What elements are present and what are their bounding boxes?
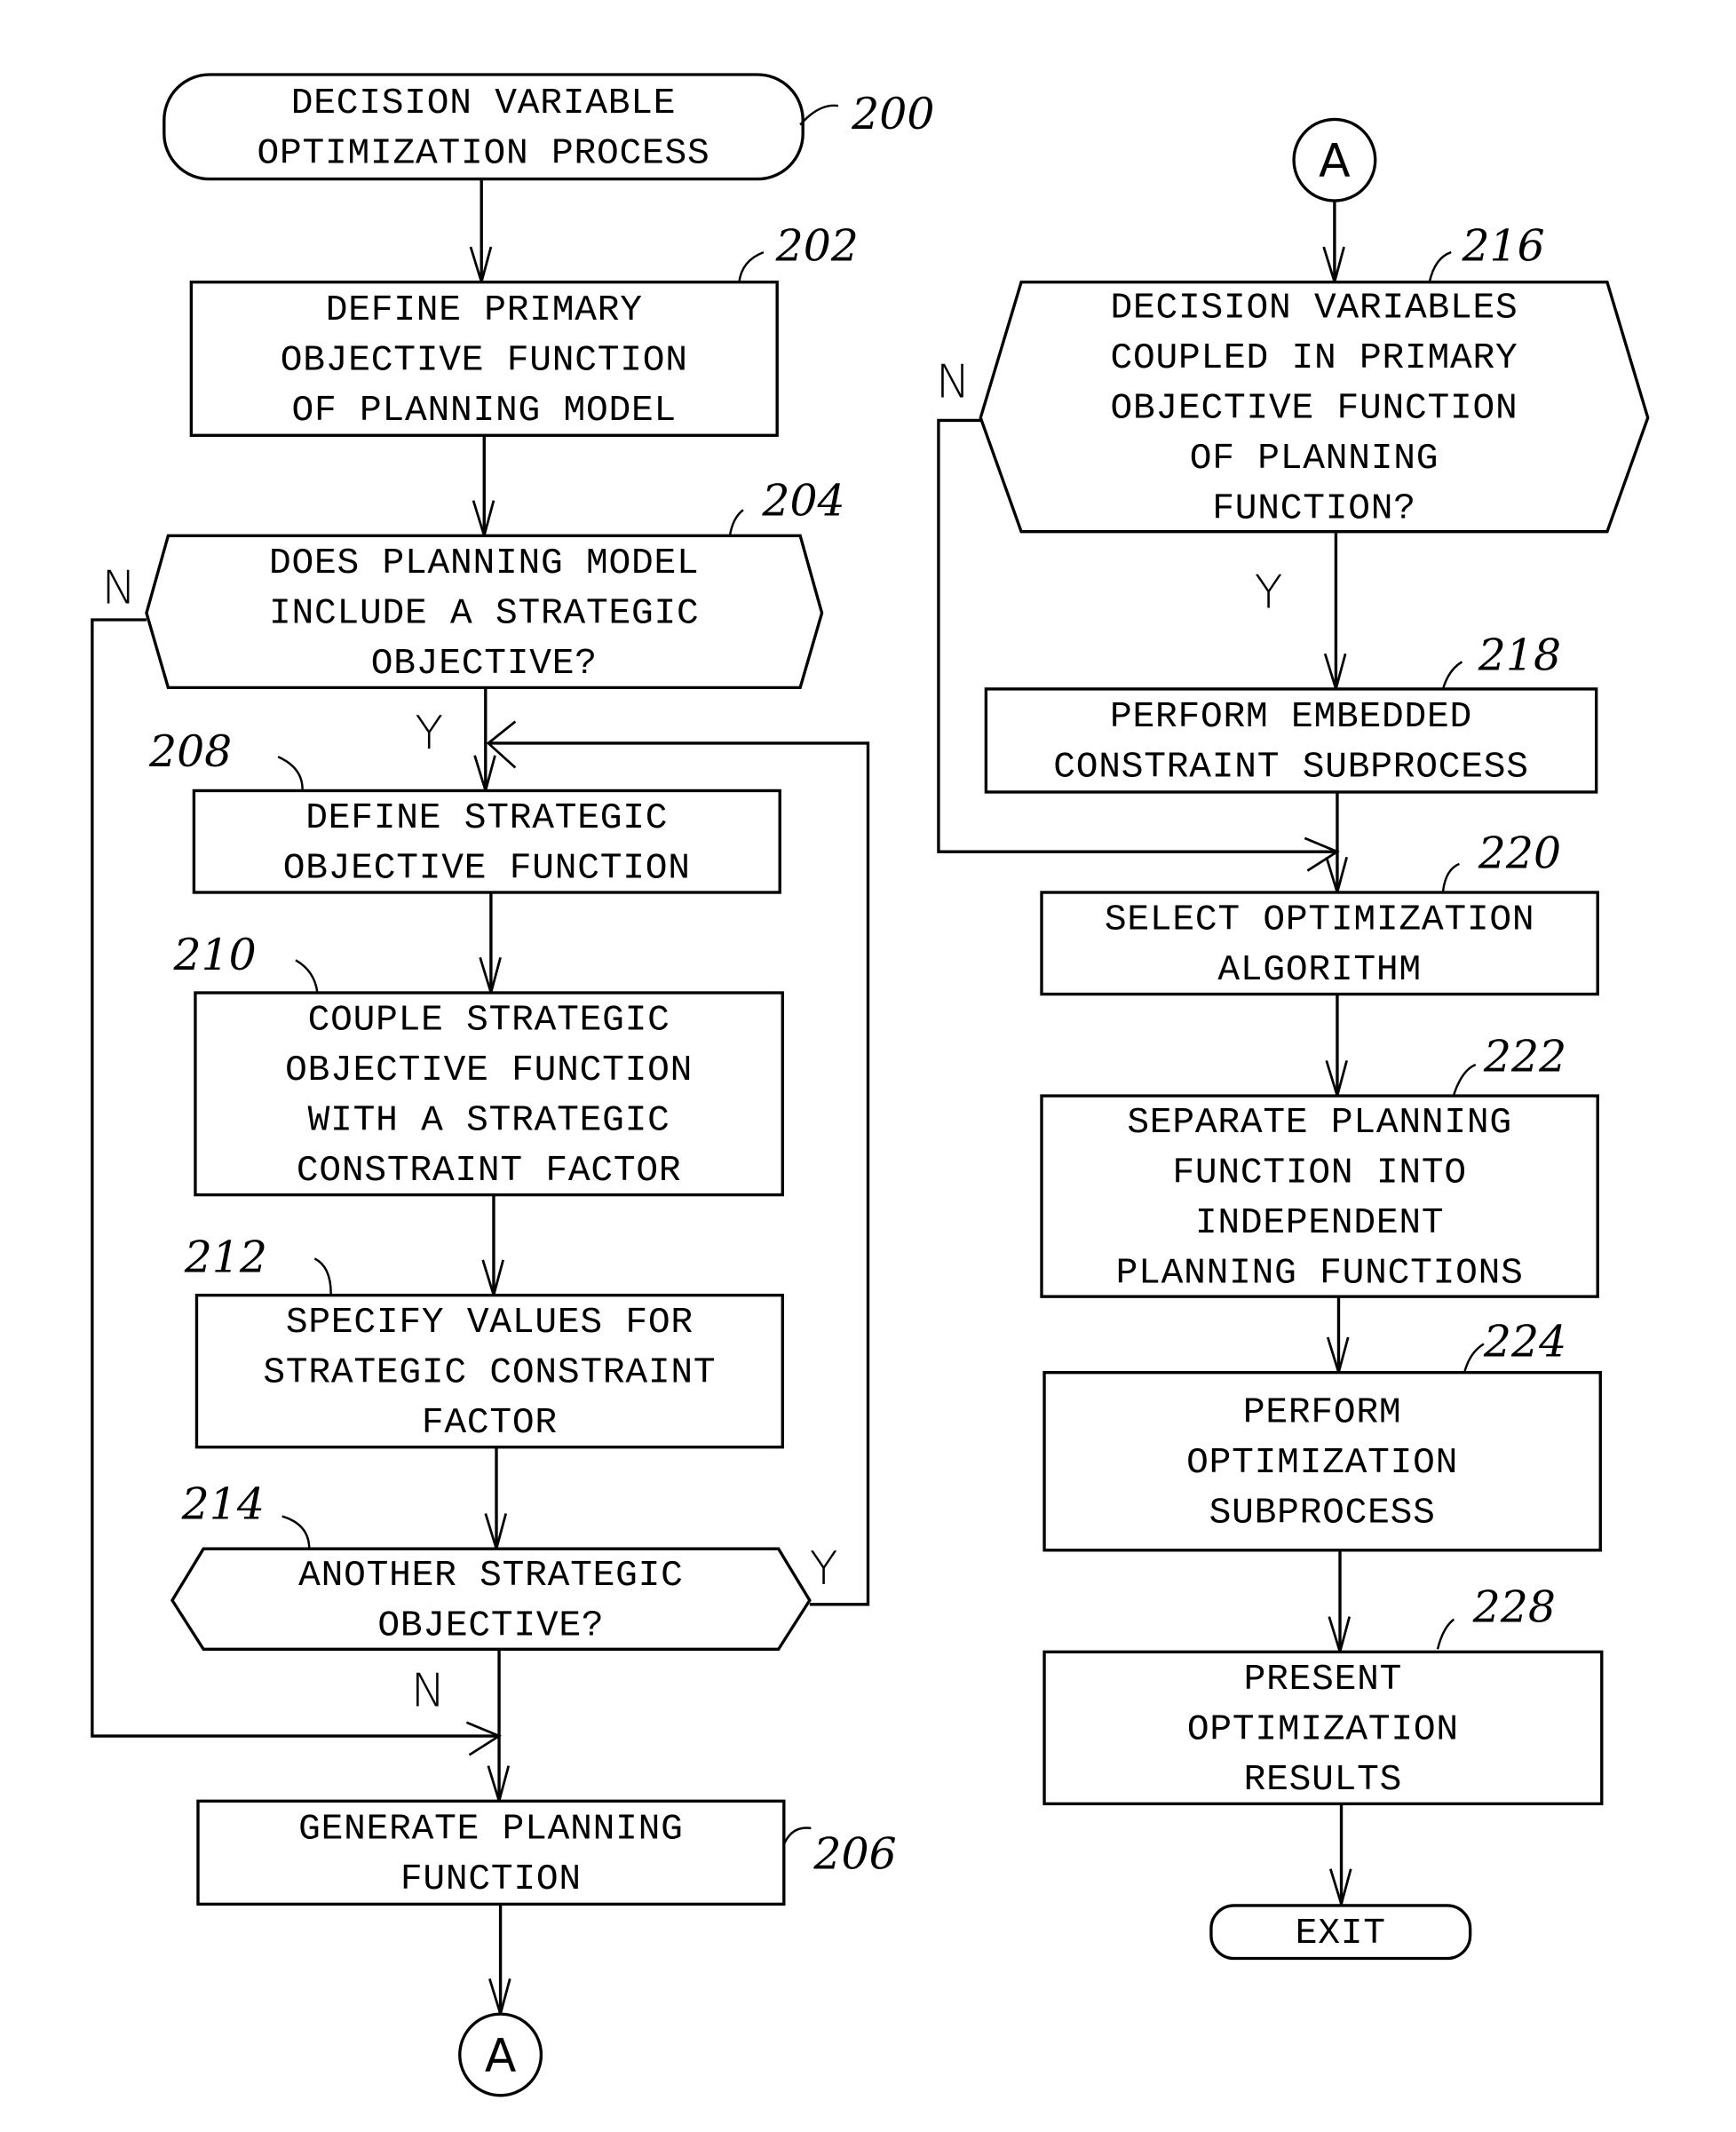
node-text-line: STRATEGIC CONSTRAINT [263, 1353, 716, 1394]
node-text-line: DEFINE PRIMARY [326, 290, 643, 331]
reference-leader-line [1441, 862, 1460, 892]
reference-number-212: 212 [184, 1232, 267, 1283]
node-text-line: INDEPENDENT [1195, 1203, 1444, 1244]
reference-leader-line [277, 756, 304, 789]
flowchart-node-208: DEFINE STRATEGIC OBJECTIVE FUNCTION [192, 789, 781, 894]
reference-number-208: 208 [148, 726, 232, 777]
reference-number-202: 202 [775, 220, 859, 271]
node-text-line: DECISION VARIABLE [291, 83, 676, 124]
node-text-line: OBJECTIVE FUNCTION [285, 1050, 693, 1091]
node-text-line: OBJECTIVE FUNCTION [1111, 389, 1518, 430]
flowchart-node-210: COUPLE STRATEGIC OBJECTIVE FUNCTION WITH A… [194, 991, 784, 1197]
node-text-line: OPTIMIZATION PROCESS [258, 133, 710, 174]
flowchart-node-A2: A [1292, 117, 1377, 202]
node-text-line: RESULTS [1244, 1760, 1402, 1801]
node-text-line: PLANNING FUNCTIONS [1116, 1253, 1524, 1294]
flowchart-node-224: PERFORM OPTIMIZATION SUBPROCESS [1042, 1371, 1602, 1552]
branch-label-no: N [102, 562, 137, 615]
flowchart-node-212: SPECIFY VALUES FOR STRATEGIC CONSTRAINT FA… [194, 1293, 784, 1449]
arrowhead [1304, 836, 1340, 872]
reference-number-210: 210 [173, 930, 257, 980]
node-text-line: OF PLANNING [1190, 439, 1439, 480]
node-text-line: ALGORITHM [1217, 950, 1421, 991]
reference-leader-line [728, 509, 744, 538]
node-text-line: OBJECTIVE? [371, 644, 598, 685]
reference-number-228: 228 [1472, 1582, 1556, 1633]
node-text-line: OBJECTIVE FUNCTION [281, 340, 688, 381]
node-text-line: COUPLED IN PRIMARY [1111, 338, 1518, 379]
node-text-line: SPECIFY VALUES FOR [286, 1303, 694, 1343]
branch-label-yes: Y [415, 707, 443, 760]
node-text-line: CONSTRAINT SUBPROCESS [1053, 748, 1528, 789]
flowchart-node-204: DOES PLANNING MODEL INCLUDE A STRATEGIC OB… [145, 534, 824, 690]
node-text-line: DEFINE STRATEGIC [305, 798, 668, 839]
branch-label-yes: Y [1255, 566, 1283, 619]
node-text-line: CONSTRAINT FACTOR [297, 1151, 681, 1192]
reference-leader-line [738, 250, 765, 282]
node-text-line: FUNCTION INTO [1172, 1153, 1466, 1193]
reference-leader-line [281, 1515, 311, 1549]
flowchart-node-A1: A [458, 2012, 543, 2097]
flowchart-node-200: DECISION VARIABLE OPTIMIZATION PROCESS [163, 73, 805, 181]
node-text-line: SUBPROCESS [1209, 1494, 1436, 1534]
reference-leader-line [295, 959, 319, 994]
reference-number-200: 200 [851, 89, 934, 139]
flowchart-node-228: PRESENT OPTIMIZATION RESULTS [1042, 1650, 1604, 1806]
node-text-line: GENERATE PLANNING [298, 1810, 683, 1851]
node-text-line: EXIT [1296, 1914, 1386, 1954]
reference-leader-line [782, 1827, 812, 1845]
reference-number-218: 218 [1478, 630, 1561, 681]
flowchart-canvas: DECISION VARIABLE OPTIMIZATION PROCESS DEF… [91, 73, 1650, 2097]
reference-leader-line [1453, 1063, 1477, 1095]
node-text-line: SELECT OPTIMIZATION [1105, 900, 1534, 940]
node-text-line: FUNCTION [400, 1859, 582, 1900]
reference-leader-line [1441, 661, 1463, 690]
reference-number-222: 222 [1483, 1032, 1566, 1082]
flowchart-node-202: DEFINE PRIMARY OBJECTIVE FUNCTION OF PLANN… [189, 281, 779, 437]
reference-number-224: 224 [1483, 1316, 1566, 1367]
node-text-line: OPTIMIZATION [1187, 1709, 1459, 1750]
reference-number-206: 206 [813, 1829, 896, 1880]
node-text-line: OBJECTIVE? [377, 1605, 604, 1646]
flowchart-node-222: SEPARATE PLANNING FUNCTION INTO INDEPENDEN… [1040, 1094, 1599, 1298]
node-text-line: PERFORM [1243, 1393, 1401, 1434]
node-text-line: PRESENT [1244, 1660, 1402, 1700]
branch-label-no: N [411, 1664, 446, 1717]
reference-number-214: 214 [181, 1479, 265, 1530]
reference-number-220: 220 [1478, 828, 1561, 879]
node-text-line: PERFORM EMBEDDED [1110, 697, 1472, 738]
node-text-line: DOES PLANNING MODEL [269, 543, 699, 584]
node-text-line: SEPARATE PLANNING [1127, 1103, 1511, 1144]
node-text-line: OPTIMIZATION [1186, 1443, 1458, 1484]
node-text-line: OF PLANNING MODEL [292, 391, 677, 432]
branch-label-no: N [936, 356, 971, 409]
flowchart-node-206: GENERATE PLANNING FUNCTION [196, 1799, 786, 1906]
flowchart-node-216: DECISION VARIABLES COUPLED IN PRIMARY OBJE… [979, 281, 1650, 534]
node-text-line: FUNCTION? [1212, 489, 1415, 530]
flowchart-node-218: PERFORM EMBEDDED CONSTRAINT SUBPROCESS [984, 687, 1598, 794]
flowchart-node-220: SELECT OPTIMIZATION ALGORITHM [1040, 891, 1599, 996]
branch-label-yes: Y [810, 1542, 838, 1596]
arrowhead [465, 1721, 503, 1756]
node-text-line: COUPLE STRATEGIC [308, 1000, 670, 1041]
node-text-line: ANOTHER STRATEGIC [298, 1556, 683, 1597]
node-text-line: OBJECTIVE FUNCTION [283, 848, 691, 889]
node-text-line: WITH A STRATEGIC [308, 1100, 670, 1141]
reference-number-204: 204 [761, 475, 844, 526]
reference-leader-line [1436, 1618, 1455, 1650]
reference-number-216: 216 [1461, 220, 1544, 271]
reference-leader-line [1463, 1343, 1485, 1372]
reference-leader-line [799, 104, 839, 126]
nodes-layer: DECISION VARIABLE OPTIMIZATION PROCESS DEF… [145, 73, 1650, 2097]
reference-leader-line [313, 1257, 332, 1295]
node-text-line: FACTOR [422, 1403, 558, 1444]
flowchart-node-214: ANOTHER STRATEGIC OBJECTIVE? [170, 1547, 812, 1651]
node-text-line: INCLUDE A STRATEGIC [269, 593, 699, 634]
flowchart-node-exit: EXIT [1209, 1904, 1472, 1961]
connector-label: A [485, 2029, 517, 2082]
reference-leader-line [1428, 250, 1452, 282]
node-text-line: DECISION VARIABLES [1111, 289, 1518, 329]
connector-label: A [1319, 135, 1351, 188]
